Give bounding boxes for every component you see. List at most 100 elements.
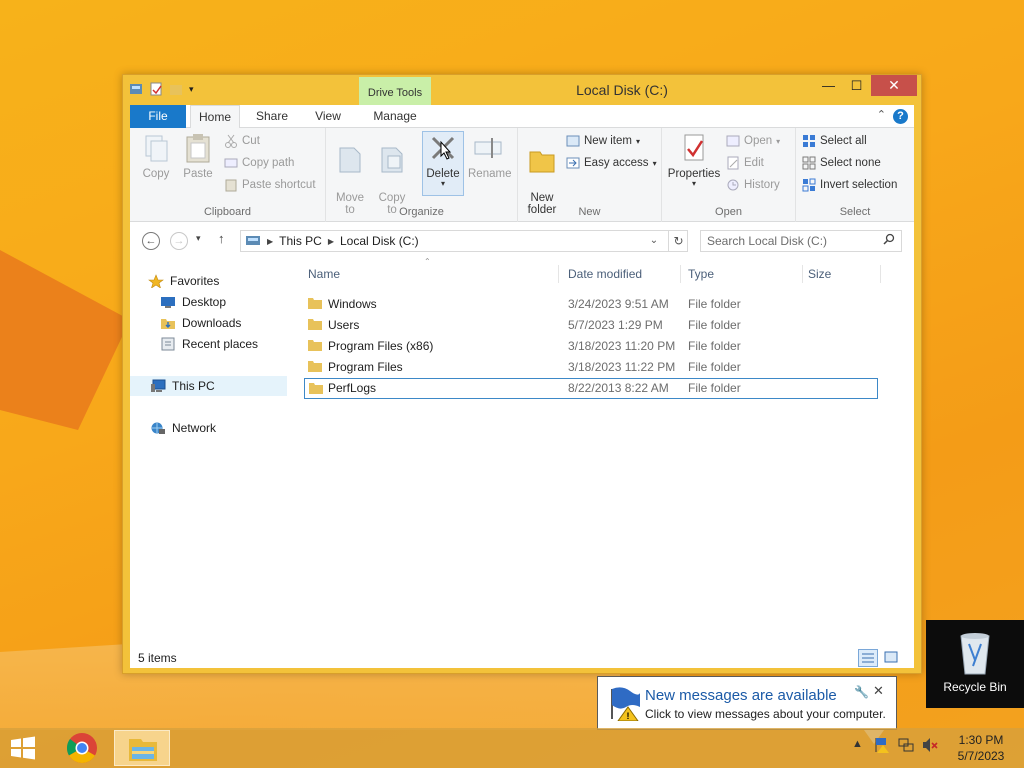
wrench-icon[interactable]: 🔧: [854, 685, 869, 699]
refresh-button[interactable]: ↻: [668, 230, 688, 252]
invert-selection-button[interactable]: Invert selection: [802, 178, 897, 192]
taskbar-file-explorer[interactable]: [114, 730, 170, 766]
nav-downloads[interactable]: Downloads: [160, 313, 241, 333]
taskbar: ▲ 1:30 PM 5/7/2023: [0, 728, 1024, 768]
nav-desktop-label: Desktop: [182, 295, 227, 309]
column-header-size[interactable]: Size: [808, 267, 831, 281]
breadcrumb-this-pc[interactable]: This PC: [279, 234, 322, 248]
nav-recent-places[interactable]: Recent places: [160, 334, 258, 354]
taskbar-chrome[interactable]: [54, 730, 110, 766]
minimize-button[interactable]: —: [815, 75, 842, 96]
chevron-down-icon: ▾: [691, 179, 696, 188]
nav-this-pc[interactable]: This PC: [130, 376, 287, 396]
folder-icon: [308, 360, 322, 372]
table-row[interactable]: Program Files (x86) 3/18/2023 11:20 PM F…: [304, 336, 878, 357]
cut-button[interactable]: Cut: [224, 134, 260, 148]
up-button[interactable]: ↑: [218, 231, 225, 246]
column-separator[interactable]: [680, 265, 681, 283]
copy-path-button[interactable]: Copy path: [224, 156, 294, 170]
column-separator[interactable]: [558, 265, 559, 283]
address-dropdown[interactable]: ⌄: [646, 230, 662, 252]
chevron-up-icon[interactable]: ⌃: [877, 108, 886, 121]
easy-access-button[interactable]: Easy access ▾: [566, 156, 657, 170]
column-header-type[interactable]: Type: [688, 267, 714, 281]
help-icon[interactable]: ?: [893, 109, 908, 124]
tab-view[interactable]: View: [302, 105, 354, 128]
delete-button[interactable]: Delete ▾: [424, 132, 462, 188]
breadcrumb-local-disk[interactable]: Local Disk (C:): [340, 234, 419, 248]
large-icons-view-button[interactable]: [882, 649, 902, 667]
recycle-bin[interactable]: Recycle Bin: [926, 620, 1024, 708]
new-group-label: New: [578, 206, 601, 218]
file-type: File folder: [688, 381, 741, 395]
system-clock[interactable]: 1:30 PM 5/7/2023: [944, 732, 1018, 764]
column-header-name[interactable]: Name: [308, 267, 340, 281]
select-all-button[interactable]: Select all: [802, 134, 867, 148]
properties-icon: [678, 132, 710, 164]
history-button[interactable]: History: [726, 178, 780, 192]
open-button[interactable]: Open ▾: [726, 134, 780, 148]
column-separator[interactable]: [802, 265, 803, 283]
column-header-date-modified[interactable]: Date modified: [568, 267, 642, 281]
paste-shortcut-button[interactable]: Paste shortcut: [224, 178, 316, 192]
column-separator[interactable]: [880, 265, 881, 283]
move-to-button[interactable]: Move to: [332, 132, 368, 216]
open-group: Properties ▾ Open ▾ Edit History Open: [662, 128, 796, 222]
paste-button[interactable]: Paste: [180, 132, 216, 180]
recent-locations-dropdown[interactable]: ▾: [196, 233, 201, 244]
title-bar[interactable]: ▾ Drive Tools Local Disk (C:) — ☐ ✕: [123, 75, 921, 105]
action-center-flag-icon[interactable]: [874, 736, 890, 757]
network-status-icon[interactable]: [898, 736, 914, 757]
nav-desktop[interactable]: Desktop: [160, 292, 226, 312]
close-icon[interactable]: ✕: [873, 683, 884, 699]
network-icon: [150, 421, 166, 435]
edit-button[interactable]: Edit: [726, 156, 764, 170]
tab-share[interactable]: Share: [246, 105, 298, 128]
table-row[interactable]: Program Files 3/18/2023 11:22 PM File fo…: [304, 357, 878, 378]
window-title: Local Disk (C:): [576, 82, 668, 98]
arrow-left-icon: ←: [145, 235, 157, 247]
volume-muted-icon[interactable]: [922, 736, 938, 757]
table-row[interactable]: Users 5/7/2023 1:29 PM File folder: [304, 315, 878, 336]
chrome-icon: [66, 733, 97, 764]
new-folder-button[interactable]: New folder: [524, 132, 560, 216]
table-row[interactable]: Windows 3/24/2023 9:51 AM File folder: [304, 294, 878, 315]
breadcrumb-separator-icon[interactable]: ▶: [328, 237, 334, 246]
address-bar[interactable]: ▶ This PC ▶ Local Disk (C:): [240, 230, 688, 252]
explorer-window: ▾ Drive Tools Local Disk (C:) — ☐ ✕ File…: [122, 74, 922, 674]
tab-home[interactable]: Home: [190, 105, 240, 129]
properties-button[interactable]: Properties ▾: [666, 132, 722, 188]
start-button[interactable]: [8, 735, 38, 761]
navigation-pane: Favorites Desktop Downloads Recent place…: [130, 257, 296, 647]
new-folder-icon: [526, 144, 558, 176]
delete-icon: [427, 132, 459, 164]
select-none-button[interactable]: Select none: [802, 156, 881, 170]
show-hidden-icons-button[interactable]: ▲: [852, 738, 863, 750]
tab-manage[interactable]: Manage: [360, 105, 430, 128]
move-to-icon: [334, 144, 366, 176]
table-row[interactable]: PerfLogs 8/22/2013 8:22 AM File folder: [304, 378, 878, 399]
tab-file[interactable]: File: [130, 105, 186, 128]
forward-button[interactable]: →: [170, 232, 188, 250]
copy-to-button[interactable]: Copy to: [374, 132, 410, 216]
copy-icon: [140, 132, 172, 164]
close-button[interactable]: ✕: [871, 75, 917, 96]
downloads-folder-icon: [160, 316, 176, 330]
nav-favorites[interactable]: Favorites: [148, 271, 219, 291]
organize-group: Move to Copy to Delete ▾ Rename Organize: [326, 128, 518, 222]
breadcrumb-separator-icon[interactable]: ▶: [267, 237, 273, 246]
search-input[interactable]: Search Local Disk (C:): [700, 230, 902, 252]
rename-button[interactable]: Rename: [468, 132, 511, 180]
clipboard-group-label: Clipboard: [203, 206, 252, 218]
back-button[interactable]: ←: [142, 232, 160, 250]
file-name: Users: [328, 318, 360, 332]
maximize-button[interactable]: ☐: [843, 75, 870, 96]
file-type: File folder: [688, 360, 741, 374]
arrow-up-icon: ↑: [218, 231, 225, 246]
copy-to-icon: [376, 144, 408, 176]
new-item-button[interactable]: New item ▾: [566, 134, 640, 148]
notification-balloon[interactable]: ! New messages are available Click to vi…: [597, 676, 897, 744]
nav-network[interactable]: Network: [150, 418, 216, 438]
copy-button[interactable]: Copy: [138, 132, 174, 180]
details-view-button[interactable]: [858, 649, 878, 667]
